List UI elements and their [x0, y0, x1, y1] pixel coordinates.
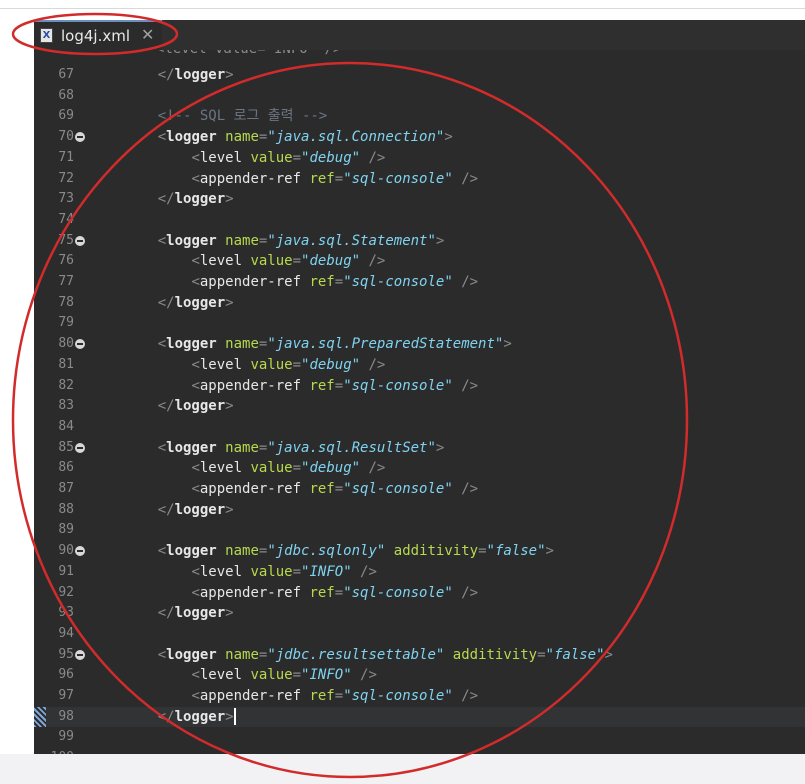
- annotation-overlay: [11, 12, 689, 779]
- tab-highlight-ellipse: [11, 12, 179, 56]
- code-highlight-ellipse: [11, 61, 689, 779]
